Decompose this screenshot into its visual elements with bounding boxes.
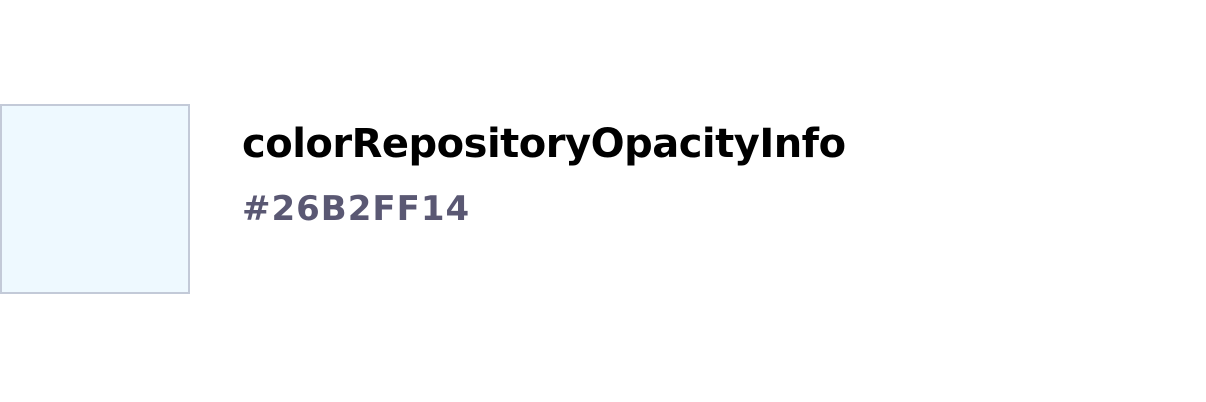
color-swatch: [0, 104, 190, 294]
color-token-card: colorRepositoryOpacityInfo #26B2FF14: [0, 104, 1206, 298]
token-name: colorRepositoryOpacityInfo: [242, 121, 846, 167]
token-hex-value: #26B2FF14: [242, 189, 471, 229]
color-swatch-fill: [2, 106, 188, 292]
